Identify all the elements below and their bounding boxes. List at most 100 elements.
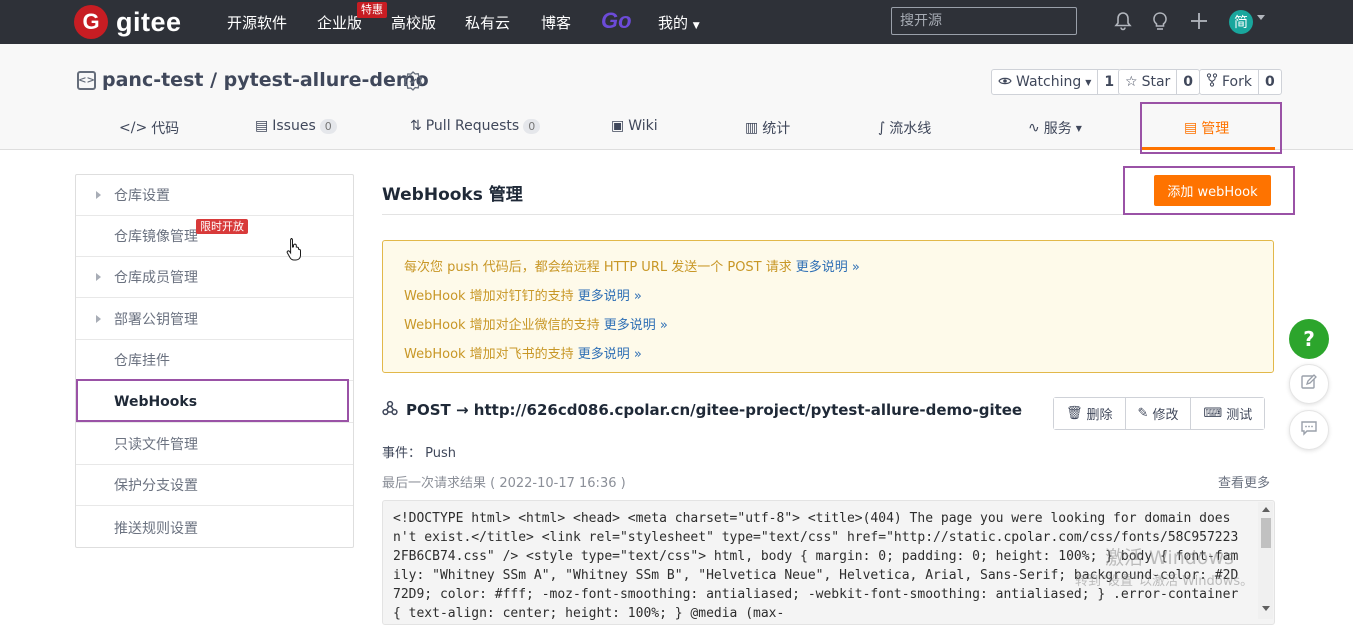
limited-time-badge: 限时开放: [196, 219, 248, 234]
scroll-down-icon[interactable]: [1262, 606, 1270, 611]
sidebar-item-label: 仓库镜像管理: [114, 229, 198, 245]
scroll-up-icon[interactable]: [1262, 507, 1270, 512]
nav-mine-label: 我的: [658, 14, 689, 32]
delete-button[interactable]: 🗑 删除: [1054, 398, 1125, 429]
tab-issues[interactable]: ▤ Issues 0: [255, 118, 337, 134]
watch-count: 1: [1097, 70, 1120, 94]
view-more-link[interactable]: 查看更多: [1218, 472, 1270, 491]
tab-services[interactable]: ∿ 服务 ▼: [1028, 118, 1082, 138]
chat-button[interactable]: [1289, 410, 1329, 450]
trash-icon: 🗑: [1066, 406, 1083, 421]
add-webhook-button[interactable]: 添加 webHook: [1154, 175, 1271, 206]
logo-text: gitee: [116, 6, 182, 37]
lightbulb-icon[interactable]: [1149, 10, 1171, 32]
wiki-icon: ▣: [611, 118, 625, 134]
recommend-badge-icon[interactable]: [403, 71, 423, 91]
tab-code[interactable]: </> 代码: [119, 118, 179, 138]
title-divider: [382, 214, 1275, 215]
notice-line: WebHook 增加对飞书的支持 更多说明 »: [404, 343, 642, 362]
test-label: 测试: [1226, 408, 1253, 423]
nav-mine[interactable]: 我的 ▼: [658, 12, 700, 33]
edit-button[interactable]: ✎ 修改: [1124, 398, 1191, 429]
pull-request-icon: ⇅: [410, 118, 422, 134]
caret-right-icon: [96, 273, 101, 281]
more-info-link[interactable]: 更多说明 »: [796, 260, 860, 275]
webhook-icon: [382, 400, 398, 420]
terminal-icon: ⌨: [1203, 406, 1223, 421]
watch-button[interactable]: Watching ▼ 1: [991, 69, 1122, 95]
feedback-button[interactable]: [1289, 364, 1329, 404]
more-info-link[interactable]: 更多说明 »: [604, 318, 668, 333]
nav-education[interactable]: 高校版: [391, 12, 436, 33]
nav-blog[interactable]: 博客: [541, 12, 571, 33]
avatar[interactable]: 简: [1229, 10, 1253, 34]
notice-text: WebHook 增加对飞书的支持: [404, 347, 574, 362]
sidebar-item-repo-settings[interactable]: 仓库设置: [76, 175, 353, 216]
code-icon: </>: [119, 120, 148, 136]
sidebar-item-label: WebHooks: [114, 394, 198, 410]
tab-manage[interactable]: ▤ 管理: [1184, 118, 1229, 138]
bell-icon[interactable]: [1112, 10, 1134, 32]
sidebar-item-webhooks[interactable]: WebHooks: [76, 382, 353, 423]
nav-go[interactable]: Go: [601, 8, 632, 34]
sidebar-item-label: 保护分支设置: [114, 478, 198, 494]
chevron-down-icon: ▼: [1085, 77, 1092, 87]
chevron-down-icon: ▼: [692, 21, 700, 31]
tab-label: Issues: [272, 118, 316, 134]
tab-pipeline[interactable]: ∫ 流水线: [878, 118, 931, 138]
plus-icon[interactable]: [1188, 10, 1210, 32]
sidebar-item-deploy-keys[interactable]: 部署公钥管理: [76, 299, 353, 340]
issues-icon: ▤: [255, 118, 269, 134]
fork-icon: [1206, 73, 1218, 91]
fork-button[interactable]: Fork 0: [1199, 69, 1282, 95]
tab-label: Pull Requests: [425, 118, 520, 134]
tab-label: 服务: [1043, 121, 1072, 137]
notice-text: WebHook 增加对钉钉的支持: [404, 289, 574, 304]
avatar-caret-icon[interactable]: [1257, 15, 1265, 20]
star-count: 0: [1176, 70, 1199, 94]
info-notice: 每次您 push 代码后，都会给远程 HTTP URL 发送一个 POST 请求…: [382, 240, 1274, 373]
eye-icon: [998, 74, 1012, 90]
more-info-link[interactable]: 更多说明 »: [578, 289, 642, 304]
sidebar-item-protected-branches[interactable]: 保护分支设置: [76, 465, 353, 506]
star-button[interactable]: ☆ Star 0: [1118, 69, 1201, 95]
nav-private-cloud[interactable]: 私有云: [465, 12, 510, 33]
star-icon: ☆: [1125, 74, 1138, 90]
tab-label: 管理: [1201, 121, 1230, 137]
sidebar-item-members[interactable]: 仓库成员管理: [76, 257, 353, 298]
windows-activation-watermark: 激活 Windows: [1105, 547, 1234, 569]
tab-pull-requests[interactable]: ⇅ Pull Requests 0: [410, 118, 541, 134]
repo-title[interactable]: panc-test / pytest-allure-demo: [102, 69, 429, 91]
notice-text: 每次您 push 代码后，都会给远程 HTTP URL 发送一个 POST 请求: [404, 260, 792, 275]
tab-wiki[interactable]: ▣ Wiki: [611, 118, 658, 134]
test-button[interactable]: ⌨ 测试: [1190, 398, 1265, 429]
tab-label: 代码: [151, 121, 180, 137]
scroll-thumb[interactable]: [1261, 518, 1271, 548]
tab-stats[interactable]: ▥ 统计: [745, 118, 790, 138]
tab-label: 流水线: [889, 121, 932, 137]
sidebar-item-label: 只读文件管理: [114, 437, 198, 453]
edit-icon: [1300, 373, 1318, 395]
sidebar-item-widgets[interactable]: 仓库挂件: [76, 340, 353, 381]
gitee-logo[interactable]: G gitee: [74, 5, 182, 39]
nav-enterprise[interactable]: 企业版: [317, 12, 362, 33]
enterprise-badge: 特惠: [357, 2, 387, 18]
event-text: 事件： Push: [382, 446, 456, 461]
sidebar-item-label: 推送规则设置: [114, 520, 198, 537]
response-scrollbar[interactable]: [1258, 502, 1273, 619]
more-info-link[interactable]: 更多说明 »: [578, 347, 642, 362]
hand-cursor-icon: [286, 237, 302, 261]
pr-count-badge: 0: [523, 118, 541, 134]
issues-count-badge: 0: [319, 118, 337, 134]
help-button[interactable]: ?: [1289, 319, 1329, 359]
sidebar-item-push-rules[interactable]: 推送规则设置: [76, 507, 353, 548]
nav-open-source[interactable]: 开源软件: [227, 12, 287, 33]
fork-label: Fork: [1222, 74, 1252, 90]
last-request-result: 最后一次请求结果 ( 2022-10-17 16:36 ): [382, 476, 626, 491]
sidebar-item-readonly-files[interactable]: 只读文件管理: [76, 424, 353, 465]
star-label: Star: [1141, 74, 1171, 90]
page-title: WebHooks 管理: [382, 185, 523, 205]
search-input[interactable]: [891, 7, 1077, 35]
notice-line: 每次您 push 代码后，都会给远程 HTTP URL 发送一个 POST 请求…: [404, 256, 860, 275]
fork-count: 0: [1257, 70, 1281, 94]
